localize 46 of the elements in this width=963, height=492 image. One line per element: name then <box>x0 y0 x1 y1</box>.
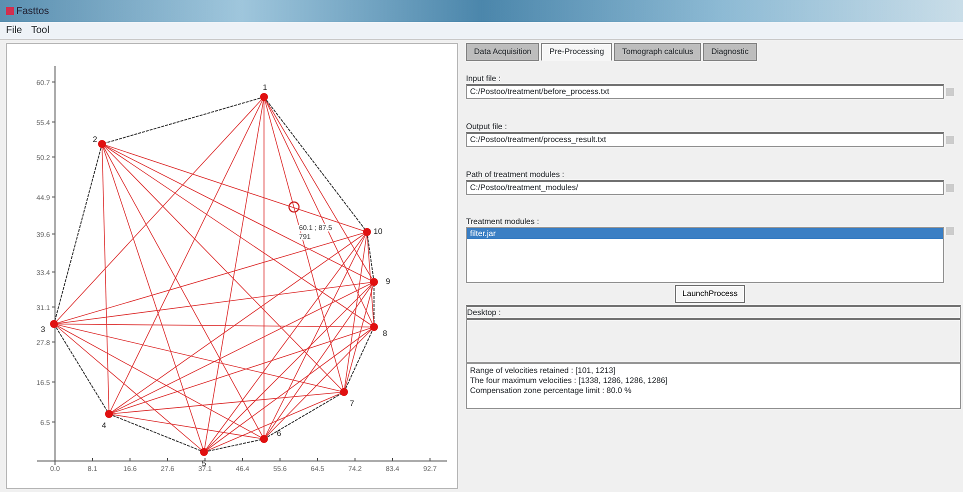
log-line: The four maximum velocities : [1338, 1286, 1286, 1286] <box>470 376 668 386</box>
list-item[interactable]: filter.jar <box>467 228 944 238</box>
app-icon <box>6 7 14 15</box>
sensor-node <box>260 93 268 101</box>
node-label: 1 <box>262 83 268 92</box>
browse-button[interactable] <box>946 88 954 96</box>
node-label: 4 <box>102 421 106 430</box>
sensor-node <box>50 320 58 328</box>
node-label: 6 <box>276 429 282 438</box>
field-label: Input file : <box>466 73 502 84</box>
node-label: 5 <box>202 459 206 468</box>
sensor-node <box>200 448 208 456</box>
path-field[interactable]: C:/Postoo/treatment_modules/ <box>466 180 944 195</box>
node-label: 2 <box>92 135 98 144</box>
browse-button[interactable] <box>946 136 954 144</box>
sensor-node <box>370 278 378 286</box>
tab[interactable]: Pre-Processing <box>541 43 612 61</box>
tab[interactable]: Tomograph calculus <box>614 43 702 61</box>
launch-process-button[interactable]: LaunchProcess <box>675 284 745 303</box>
node-label: 10 <box>374 227 382 236</box>
cursor-marker-icon <box>288 201 300 213</box>
menu-item[interactable]: File <box>6 23 22 38</box>
log-line: Range of velocities retained : [101, 1213] <box>470 366 616 376</box>
node-label: 3 <box>40 325 46 334</box>
node-label: 8 <box>382 329 388 338</box>
browse-button[interactable] <box>946 184 954 192</box>
path-field[interactable]: C:/Postoo/treatment/before_process.txt <box>466 84 944 99</box>
path-field[interactable]: C:/Postoo/treatment/process_result.txt <box>466 132 944 147</box>
sensor-node <box>105 410 113 418</box>
node-label: 9 <box>386 277 390 286</box>
log-line: Compensation zone percentage limit : 80.0 % <box>470 386 632 396</box>
tab[interactable]: Data Acquisition <box>466 43 540 61</box>
desktop-label: Desktop : <box>467 307 960 320</box>
field-label: Path of treatment modules : <box>466 169 566 180</box>
sensor-node <box>260 435 268 443</box>
sensor-node <box>363 228 371 236</box>
scroll-button[interactable] <box>946 226 954 234</box>
sensor-node <box>98 140 106 148</box>
field-label: Output file : <box>466 121 508 132</box>
field-label: Treatment modules : <box>466 216 540 226</box>
sensor-node <box>340 388 348 396</box>
sensor-node <box>370 323 378 331</box>
menu-item[interactable]: Tool <box>31 23 50 38</box>
node-label: 7 <box>350 399 354 408</box>
window-title: Fasttos <box>16 4 50 18</box>
tab[interactable]: Diagnostic <box>703 43 757 61</box>
